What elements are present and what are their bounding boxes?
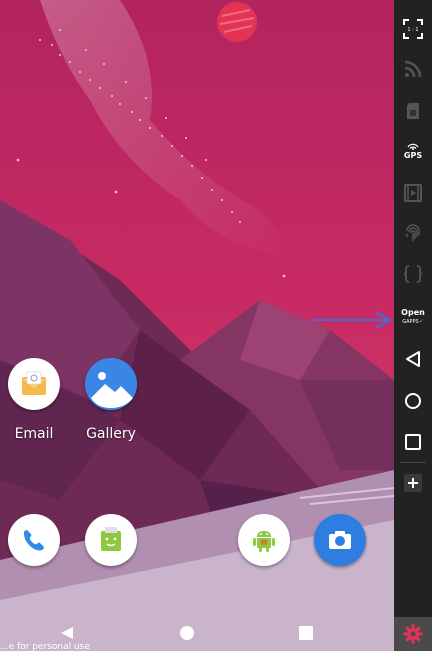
app-email[interactable]: Email	[8, 358, 60, 442]
email-envelope-icon	[8, 358, 60, 410]
fingerprint-button[interactable]	[394, 214, 432, 252]
opengapps-button[interactable]: Open GAPPS✓	[394, 298, 432, 336]
home-icon	[405, 393, 421, 409]
phone-icon	[8, 514, 60, 566]
sidebar-home-button[interactable]	[394, 382, 432, 420]
add-button[interactable]	[394, 464, 432, 502]
fullscreen-label: 1 : 1	[407, 27, 418, 33]
camera-icon	[314, 514, 366, 566]
app-label-email: Email	[14, 426, 54, 442]
wifi-signal-button[interactable]	[394, 50, 432, 88]
app-label-gallery: Gallery	[86, 426, 136, 442]
dock-phone[interactable]	[8, 514, 60, 566]
sim-button[interactable]	[394, 92, 432, 130]
media-button[interactable]	[394, 174, 432, 212]
add-icon	[404, 474, 422, 492]
recents-icon[interactable]	[297, 624, 315, 642]
settings-button[interactable]	[394, 617, 432, 651]
back-icon	[406, 351, 420, 367]
emulator-sidebar: 1 : 1 GPS Open GAPPS✓	[394, 0, 432, 651]
app-gallery[interactable]: Gallery	[85, 358, 137, 442]
fingerprint-icon	[406, 224, 420, 241]
fullscreen-icon: 1 : 1	[403, 19, 423, 39]
gps-icon: GPS	[404, 142, 422, 160]
opengapps-sublabel: GAPPS	[402, 319, 419, 325]
gps-label: GPS	[403, 151, 423, 160]
sidebar-back-button[interactable]	[394, 340, 432, 378]
opengapps-icon: Open GAPPS✓	[401, 308, 425, 325]
braces-button[interactable]	[394, 255, 432, 293]
braces-icon	[403, 265, 423, 283]
recents-icon	[405, 434, 421, 450]
home-icon[interactable]	[178, 624, 196, 642]
media-icon	[404, 184, 422, 202]
gps-button[interactable]: GPS	[394, 132, 432, 170]
watermark-text: ...e for personal use	[0, 642, 90, 651]
opengapps-label: Open	[401, 308, 425, 317]
wifi-signal-icon	[404, 60, 422, 78]
settings-icon	[403, 624, 423, 644]
annotation-arrow	[312, 311, 393, 329]
gallery-mountain-icon	[85, 358, 137, 410]
sim-icon	[407, 103, 419, 119]
dock-android[interactable]	[238, 514, 290, 566]
sidebar-recents-button[interactable]	[394, 423, 432, 461]
fullscreen-button[interactable]: 1 : 1	[394, 10, 432, 48]
sidebar-divider	[400, 462, 426, 463]
back-icon[interactable]	[58, 624, 76, 642]
dock-camera[interactable]	[314, 514, 366, 566]
android-icon	[238, 514, 290, 566]
messaging-icon	[85, 514, 137, 566]
dock-messaging[interactable]	[85, 514, 137, 566]
